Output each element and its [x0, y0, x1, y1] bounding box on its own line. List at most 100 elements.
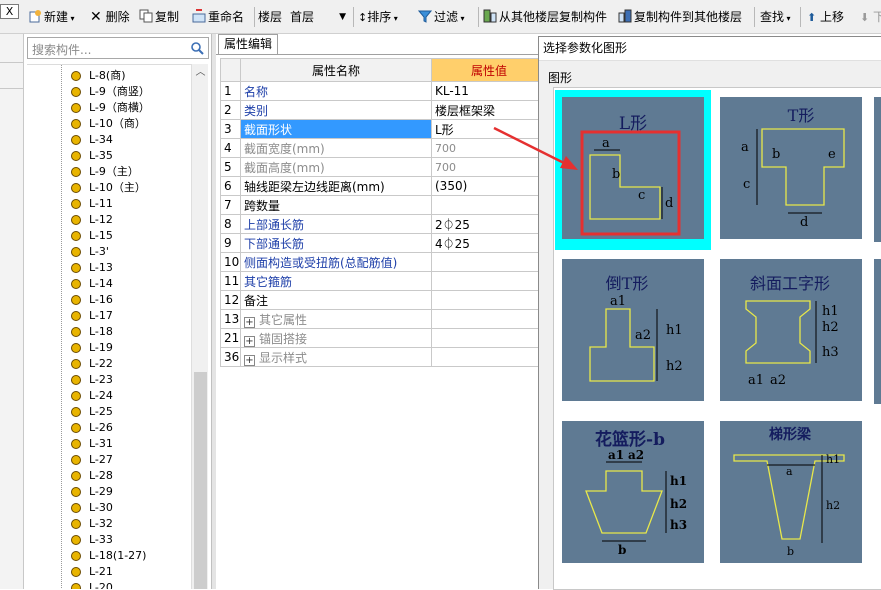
property-value[interactable] — [431, 252, 547, 272]
tab-property-edit[interactable]: 属性编辑 — [218, 34, 278, 54]
property-row[interactable]: 10 侧面构造或受扭筋(总配筋值) — [220, 252, 547, 272]
shape-thumbnail-partial[interactable] — [874, 259, 881, 404]
property-value[interactable] — [431, 309, 547, 329]
copy-from-other-floor-button[interactable]: 从其他楼层复制构件 — [483, 7, 607, 27]
property-name[interactable]: 下部通长筋 — [240, 233, 432, 253]
copy-button[interactable]: 复制 — [139, 7, 179, 27]
tree-item[interactable]: L-23 — [27, 372, 191, 388]
tree-item[interactable]: L-11 — [27, 196, 191, 212]
expand-icon[interactable]: + — [244, 354, 255, 366]
tree-item[interactable]: L-10（商） — [27, 116, 191, 132]
find-button[interactable]: 查找 ▾ — [760, 7, 791, 27]
property-row[interactable]: 36 + 显示样式 — [220, 347, 547, 367]
property-row[interactable]: 5 截面高度(mm) 700 — [220, 157, 547, 177]
property-row[interactable]: 1 名称 KL-11 — [220, 81, 547, 101]
property-row[interactable]: 21 + 锚固搭接 — [220, 328, 547, 348]
property-name[interactable]: + 其它属性 — [240, 309, 432, 329]
tree-item[interactable]: L-9（主） — [27, 164, 191, 180]
shape-cell-t[interactable]: T形 a b c d e — [713, 90, 869, 250]
tree-item[interactable]: L-18 — [27, 324, 191, 340]
property-value[interactable]: 4⏀25 — [431, 233, 547, 253]
property-row[interactable]: 2 类别 楼层框架梁 — [220, 100, 547, 120]
filter-button[interactable]: 过滤 ▾ — [418, 7, 465, 27]
tree-item[interactable]: L-34 — [27, 132, 191, 148]
property-name[interactable]: 类别 — [240, 100, 432, 120]
tree-item[interactable]: L-19 — [27, 340, 191, 356]
property-row[interactable]: 9 下部通长筋 4⏀25 — [220, 233, 547, 253]
property-value[interactable]: 楼层框架梁 — [431, 100, 547, 120]
tree-item[interactable]: L-9（商竖） — [27, 84, 191, 100]
close-button[interactable]: X — [0, 4, 19, 19]
shape-cell-basket-b[interactable]: 花篮形-b a1 a2 h1 h2 h3 b — [555, 414, 711, 574]
property-name[interactable]: 侧面构造或受扭筋(总配筋值) — [240, 252, 432, 272]
property-value[interactable] — [431, 195, 547, 215]
tree-item[interactable]: L-25 — [27, 404, 191, 420]
property-name[interactable]: 名称 — [240, 81, 432, 101]
tree-item[interactable]: L-21 — [27, 564, 191, 580]
property-name[interactable]: 轴线距梁左边线距离(mm) — [240, 176, 432, 196]
rename-button[interactable]: 重命名 — [192, 7, 244, 27]
shape-cell-l[interactable]: L形 a b c d — [555, 90, 711, 250]
tree-item[interactable]: L-26 — [27, 420, 191, 436]
new-button[interactable]: 新建 ▾ — [28, 7, 75, 27]
tree-item[interactable]: L-20 — [27, 580, 191, 589]
scroll-up-icon[interactable]: ︿ — [192, 64, 209, 81]
property-value[interactable]: 2⏀25 — [431, 214, 547, 234]
tree-item[interactable]: L-22 — [27, 356, 191, 372]
floor-select[interactable]: 首层 ▼ — [285, 7, 351, 27]
tree-item[interactable]: L-10（主） — [27, 180, 191, 196]
delete-button[interactable]: ✕ 删除 — [90, 7, 130, 27]
property-row[interactable]: 6 轴线距梁左边线距离(mm) (350) — [220, 176, 547, 196]
property-name[interactable]: + 锚固搭接 — [240, 328, 432, 348]
tree-item[interactable]: L-28 — [27, 468, 191, 484]
property-row[interactable]: 4 截面宽度(mm) 700 — [220, 138, 547, 158]
property-row[interactable]: 11 其它箍筋 — [220, 271, 547, 291]
tree-item[interactable]: L-31 — [27, 436, 191, 452]
tree-item[interactable]: L-35 — [27, 148, 191, 164]
tree-item[interactable]: L-32 — [27, 516, 191, 532]
tree-item[interactable]: L-9（商横） — [27, 100, 191, 116]
property-value[interactable]: L形 — [431, 119, 547, 139]
tree-item[interactable]: L-14 — [27, 276, 191, 292]
property-value[interactable]: KL-11 — [431, 81, 547, 101]
property-name[interactable]: 上部通长筋 — [240, 214, 432, 234]
property-value[interactable]: 700 — [431, 157, 547, 177]
property-name[interactable]: 截面宽度(mm) — [240, 138, 432, 158]
property-value[interactable] — [431, 328, 547, 348]
shape-cell-inverted-t[interactable]: 倒T形 a1 a2 h1 h2 — [555, 252, 711, 412]
tree-item[interactable]: L-12 — [27, 212, 191, 228]
search-input[interactable]: 搜索构件... — [27, 37, 209, 59]
property-row[interactable]: 3 截面形状 L形 — [220, 119, 547, 139]
property-name[interactable]: 备注 — [240, 290, 432, 310]
sort-button[interactable]: ↕排序 ▾ — [358, 7, 398, 27]
component-tree[interactable]: L-8(商) L-9（商竖） L-9（商横） L-10（商） L-34 L-35 L-9（主… — [27, 64, 191, 589]
shape-cell-trapezoid[interactable]: 梯形梁 a h1 h2 b — [713, 414, 869, 574]
tree-scrollbar[interactable]: ︿ — [191, 64, 208, 589]
tree-item[interactable]: L-3' — [27, 244, 191, 260]
expand-icon[interactable]: + — [244, 335, 255, 347]
tree-item[interactable]: L-18(1-27) — [27, 548, 191, 564]
property-name[interactable]: 其它箍筋 — [240, 271, 432, 291]
tree-item[interactable]: L-33 — [27, 532, 191, 548]
property-name[interactable]: 跨数量 — [240, 195, 432, 215]
shape-thumbnail-partial[interactable] — [874, 97, 881, 242]
property-row[interactable]: 12 备注 — [220, 290, 547, 310]
property-value[interactable] — [431, 290, 547, 310]
tree-item[interactable]: L-8(商) — [27, 68, 191, 84]
tree-item[interactable]: L-13 — [27, 260, 191, 276]
tree-item[interactable]: L-27 — [27, 452, 191, 468]
copy-to-other-floor-button[interactable]: 复制构件到其他楼层 — [618, 7, 742, 27]
expand-icon[interactable]: + — [244, 316, 255, 328]
tree-item[interactable]: L-29 — [27, 484, 191, 500]
tree-item[interactable]: L-24 — [27, 388, 191, 404]
tree-item[interactable]: L-17 — [27, 308, 191, 324]
property-row[interactable]: 7 跨数量 — [220, 195, 547, 215]
tree-item[interactable]: L-16 — [27, 292, 191, 308]
property-value[interactable] — [431, 271, 547, 291]
tree-item[interactable]: L-15 — [27, 228, 191, 244]
property-name[interactable]: 截面高度(mm) — [240, 157, 432, 177]
move-down-button[interactable]: ⬇ 下 — [860, 7, 881, 27]
shape-cell-sloped-i[interactable]: 斜面工字形 h1 h2 h3 a1 a2 — [713, 252, 869, 412]
tree-item[interactable]: L-30 — [27, 500, 191, 516]
search-icon[interactable] — [190, 41, 204, 55]
